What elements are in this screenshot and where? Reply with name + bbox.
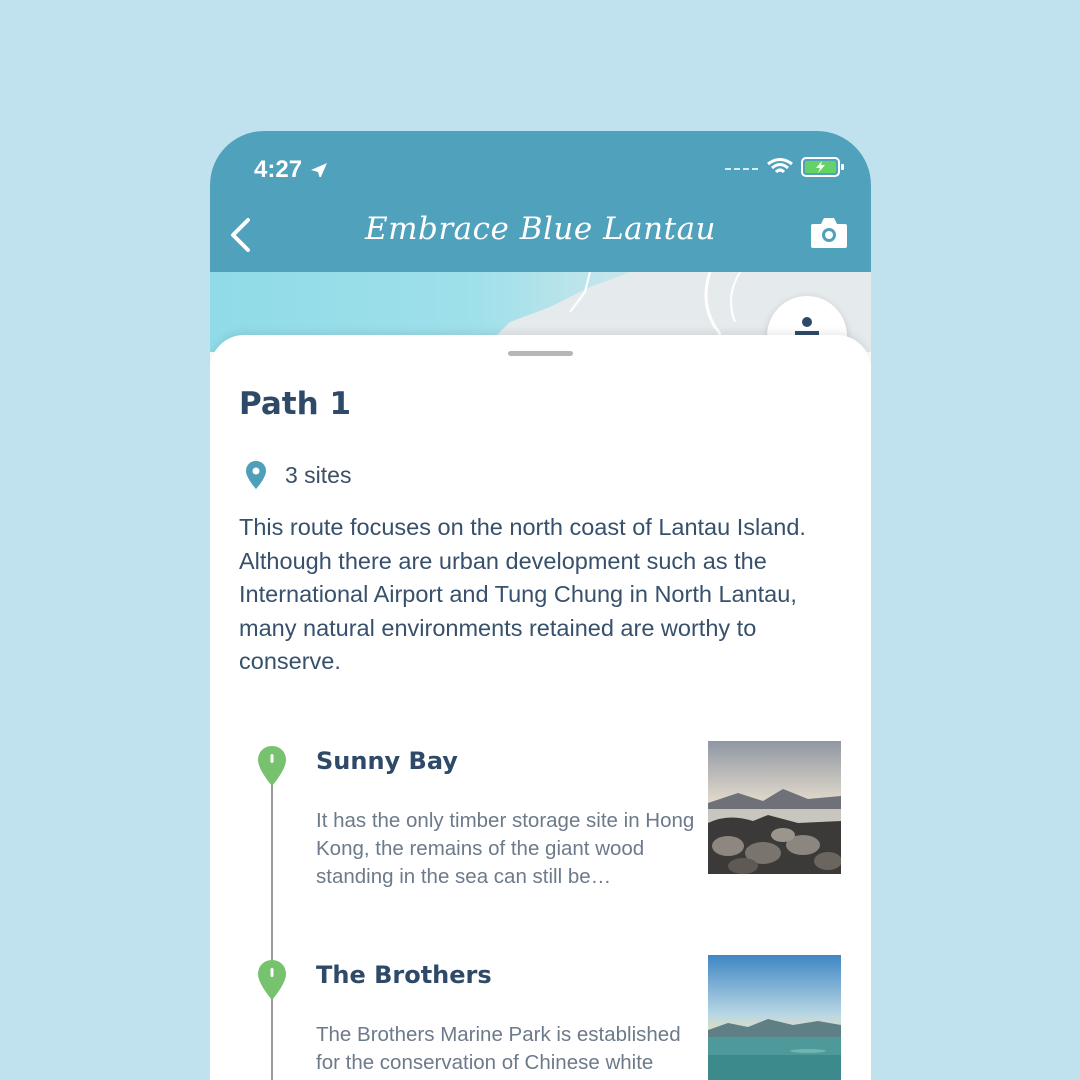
battery-charging-icon <box>801 157 844 177</box>
map-pin-icon <box>239 460 273 490</box>
sites-count-row: 3 sites <box>239 457 351 493</box>
signal-icon <box>725 168 758 170</box>
path-title: Path 1 <box>239 386 352 422</box>
camera-icon <box>811 218 847 248</box>
site-name: Sunny Bay <box>316 747 458 775</box>
site-item-the-brothers[interactable]: The Brothers The Brothers Marine Park is… <box>210 955 871 1080</box>
location-arrow-icon <box>310 162 327 177</box>
phone-screen: 4:27 Embrace Blue Lantau Path 1 3 sites … <box>210 131 871 1080</box>
status-time: 4:27 <box>254 155 329 177</box>
sheet-drag-handle[interactable] <box>508 351 573 356</box>
header-bar: 4:27 Embrace Blue Lantau <box>210 131 871 272</box>
site-photo-the-brothers <box>708 955 841 1080</box>
site-item-sunny-bay[interactable]: Sunny Bay It has the only timber storage… <box>210 741 871 888</box>
site-name: The Brothers <box>316 961 492 989</box>
camera-button[interactable] <box>809 215 849 251</box>
site-marker-icon <box>258 746 286 786</box>
page-title: Embrace Blue Lantau <box>364 211 717 247</box>
route-detail-sheet: Path 1 3 sites This route focuses on the… <box>210 335 871 1080</box>
site-photo-sunny-bay <box>708 741 841 874</box>
route-description: This route focuses on the north coast of… <box>239 514 806 675</box>
site-blurb: It has the only timber storage site in H… <box>316 809 695 889</box>
site-blurb: The Brothers Marine Park is established … <box>316 1023 681 1080</box>
sites-count: 3 sites <box>285 461 352 488</box>
status-time-text: 4:27 <box>254 156 303 177</box>
wifi-icon <box>767 158 793 174</box>
status-icons <box>725 157 845 177</box>
site-marker-icon <box>258 960 286 1000</box>
